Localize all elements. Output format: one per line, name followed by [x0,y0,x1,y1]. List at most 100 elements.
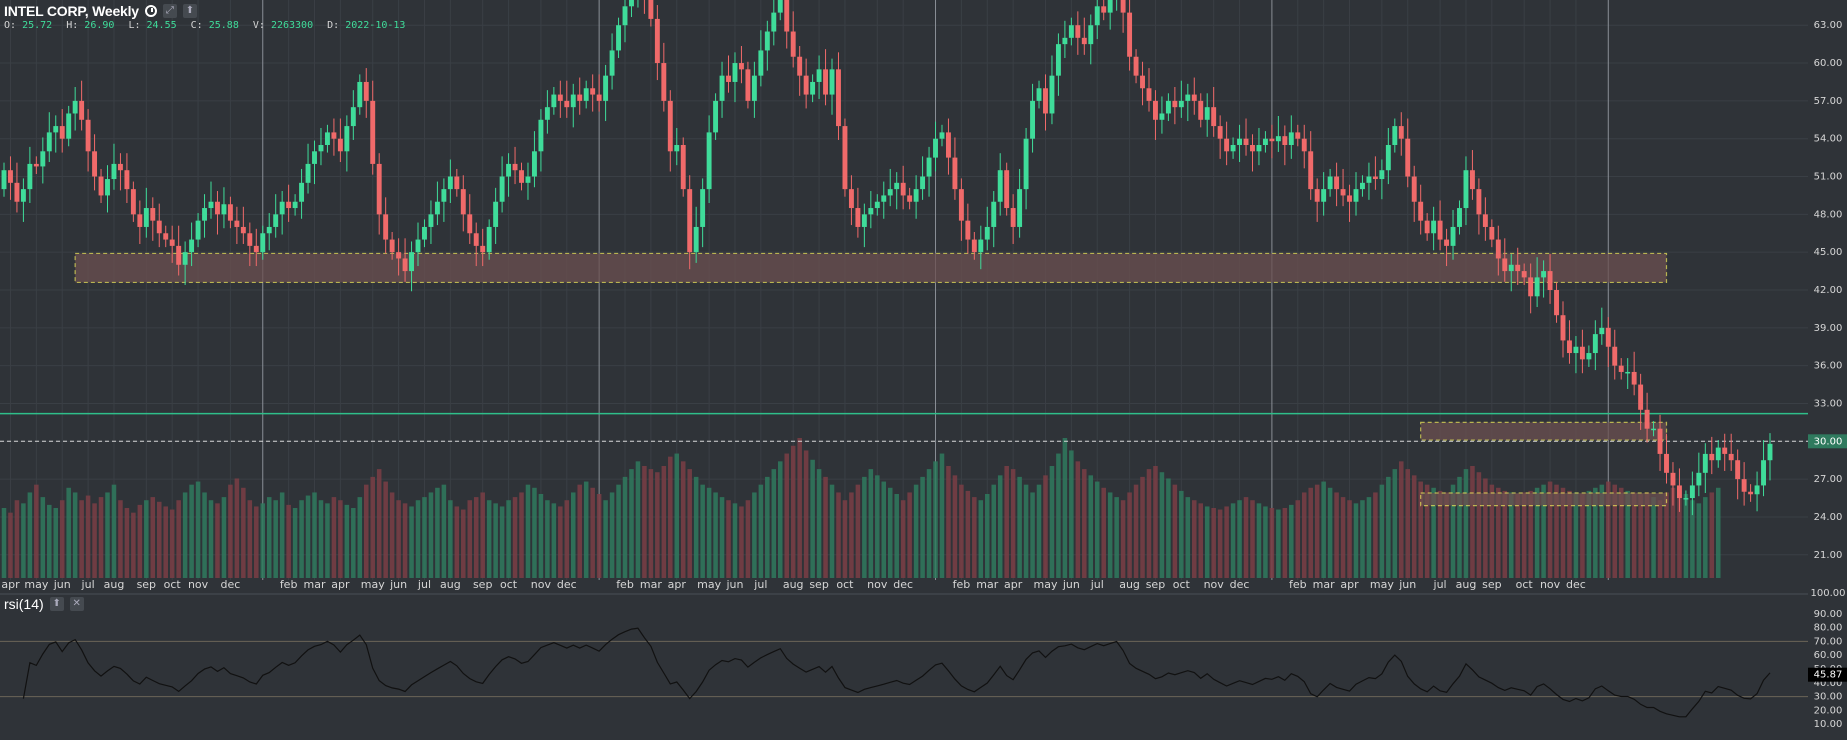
volume-bar [34,484,39,578]
rsi-y-tick-label: 30.00 [1814,692,1843,703]
candle-body [234,220,240,227]
volume-bar [506,500,511,578]
candle-body [260,233,266,253]
volume-bar [596,494,602,578]
volume-bar [1204,506,1210,578]
volume-bar [156,501,162,578]
candle-body [111,163,117,180]
candle-body [396,252,402,259]
volume-bar [1580,494,1585,578]
candle-body [1295,132,1301,139]
volume-bar [887,487,893,578]
volume-bar [1366,497,1372,578]
candle-body [1579,346,1585,360]
volume-bar [1159,472,1165,578]
x-tick-label: oct [836,578,854,591]
candle-body [79,100,85,120]
volume-bar [700,484,705,578]
volume-bar [1192,500,1197,578]
candle-body [1741,479,1747,492]
volume-bar [674,453,680,578]
candle-body [706,132,712,190]
candle-body [965,220,971,240]
volume-bar [383,481,388,578]
volume-bar [758,484,764,578]
volume-bar [422,497,427,578]
arrow-up-icon[interactable]: ⬆ [49,597,64,611]
x-tick-label: sep [473,578,492,591]
volume-bar [176,500,181,578]
candle-body [215,201,220,215]
candle-body [1152,100,1158,120]
candle-body [20,189,26,202]
candle-body [590,88,596,95]
candle-body [1062,37,1068,45]
candle-body [997,170,1003,202]
candle-body [331,132,337,139]
volume-bar [351,508,356,578]
volume-bar [1088,475,1094,578]
expand-icon[interactable]: ⤢ [162,4,177,18]
volume-bar [370,476,375,578]
candle-body [156,220,162,234]
close-icon[interactable]: ✕ [69,597,84,611]
candle-body [1676,485,1682,499]
volume-bar [215,503,220,578]
volume-bar [868,469,874,578]
volume-bar [1703,497,1708,578]
volume-bar [344,504,350,578]
candle-body [137,214,143,227]
candle-body [661,63,667,101]
candle-body [1638,384,1644,410]
x-tick-label: may [361,578,385,591]
x-tick-label: jun [389,578,407,591]
candle-body [829,69,835,95]
candle-body [1172,100,1178,108]
candle-body [564,100,570,108]
rsi-y-tick-label: 60.00 [1814,650,1843,661]
volume-bar [124,508,130,578]
x-tick-label: oct [1516,578,1534,591]
candle-body [1198,100,1204,120]
volume-bar [668,456,673,578]
chart-header: INTEL CORP, Weekly ⤢ ⬆ [4,2,197,20]
candle-body [1515,264,1521,272]
candle-body [1308,151,1314,190]
volume-bar [27,492,33,578]
candle-body [1185,94,1191,101]
volume-bar [279,492,285,578]
candle-body [1004,170,1010,209]
candle-body [1282,136,1288,145]
x-tick-label: jul [1090,578,1104,591]
candle-body [971,239,977,253]
volume-bar [913,484,919,578]
arrow-up-icon[interactable]: ⬆ [182,4,197,18]
candle-body [279,201,285,215]
candle-body [1651,428,1657,431]
volume-bar [978,500,984,578]
x-tick-label: dec [221,578,241,591]
volume-bar [1709,492,1715,578]
candle-body [1340,189,1346,196]
ohlc-date-label: D: [327,20,340,31]
volume-bar [1289,504,1294,578]
volume-bar [40,497,46,578]
candle-body [771,12,777,32]
candle-body [202,208,207,221]
volume-bar [803,450,809,578]
volume-bar [318,500,324,578]
candle-body [467,214,473,234]
volume-bar [1017,476,1022,578]
candle-body [1,170,7,190]
candle-body [1683,498,1689,500]
candle-body [1334,176,1340,190]
candle-body [189,239,195,253]
candle-body [85,119,91,152]
volume-bar [182,492,188,578]
candle-body [1366,176,1372,183]
volume-bar [1696,503,1702,578]
volume-bar [299,500,304,578]
volume-bar [991,484,997,578]
stock-chart[interactable]: 63.00 60.00 57.00 54.00 51.00 48.00 45.00 42.00… [0,0,1847,740]
volume-bar [467,500,473,578]
